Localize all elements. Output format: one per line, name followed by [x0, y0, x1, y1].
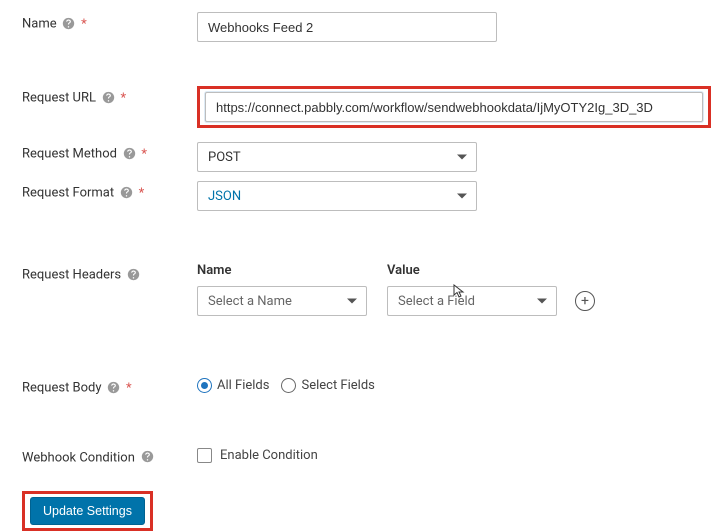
headers-label: Request Headers [22, 268, 121, 283]
header-value-title: Value [387, 263, 557, 278]
help-icon[interactable] [101, 90, 115, 104]
chevron-down-icon [346, 295, 358, 307]
condition-label: Webhook Condition [22, 450, 135, 465]
enable-condition-label: Enable Condition [220, 448, 318, 463]
chevron-down-icon [456, 190, 468, 202]
help-icon[interactable] [126, 267, 140, 281]
required-star: * [126, 381, 132, 396]
help-icon[interactable] [140, 450, 154, 464]
radio-select-label: Select Fields [301, 378, 374, 393]
radio-icon [197, 378, 212, 393]
checkbox-icon [197, 448, 212, 463]
required-star: * [120, 91, 126, 106]
required-star: * [139, 186, 145, 201]
chevron-down-icon [456, 151, 468, 163]
header-value-value: Select a Field [398, 294, 475, 309]
radio-all-label: All Fields [217, 378, 269, 393]
method-label: Request Method [22, 147, 117, 162]
header-value-select[interactable]: Select a Field [387, 286, 557, 316]
radio-all-fields[interactable]: All Fields [197, 378, 269, 393]
format-value: JSON [208, 189, 241, 204]
help-icon[interactable] [122, 146, 136, 160]
help-icon[interactable] [62, 16, 76, 30]
add-header-button[interactable]: + [575, 291, 595, 311]
header-name-value: Select a Name [208, 294, 292, 309]
chevron-down-icon [536, 295, 548, 307]
format-select[interactable]: JSON [197, 181, 477, 211]
url-label: Request URL [22, 91, 96, 106]
name-label: Name [22, 17, 57, 32]
help-icon[interactable] [107, 380, 121, 394]
required-star: * [81, 17, 87, 32]
header-name-title: Name [197, 263, 367, 278]
radio-icon [281, 378, 296, 393]
button-highlight: Update Settings [22, 491, 153, 531]
url-highlight [197, 86, 711, 128]
format-label: Request Format [22, 186, 114, 201]
radio-select-fields[interactable]: Select Fields [281, 378, 374, 393]
update-settings-button[interactable]: Update Settings [30, 497, 145, 525]
body-label: Request Body [22, 381, 102, 396]
required-star: * [141, 147, 147, 162]
help-icon[interactable] [119, 185, 133, 199]
enable-condition-check[interactable]: Enable Condition [197, 448, 318, 463]
name-input[interactable] [197, 12, 497, 42]
header-name-select[interactable]: Select a Name [197, 286, 367, 316]
method-select[interactable]: POST [197, 142, 477, 172]
method-value: POST [208, 150, 241, 165]
url-input[interactable] [205, 92, 703, 122]
